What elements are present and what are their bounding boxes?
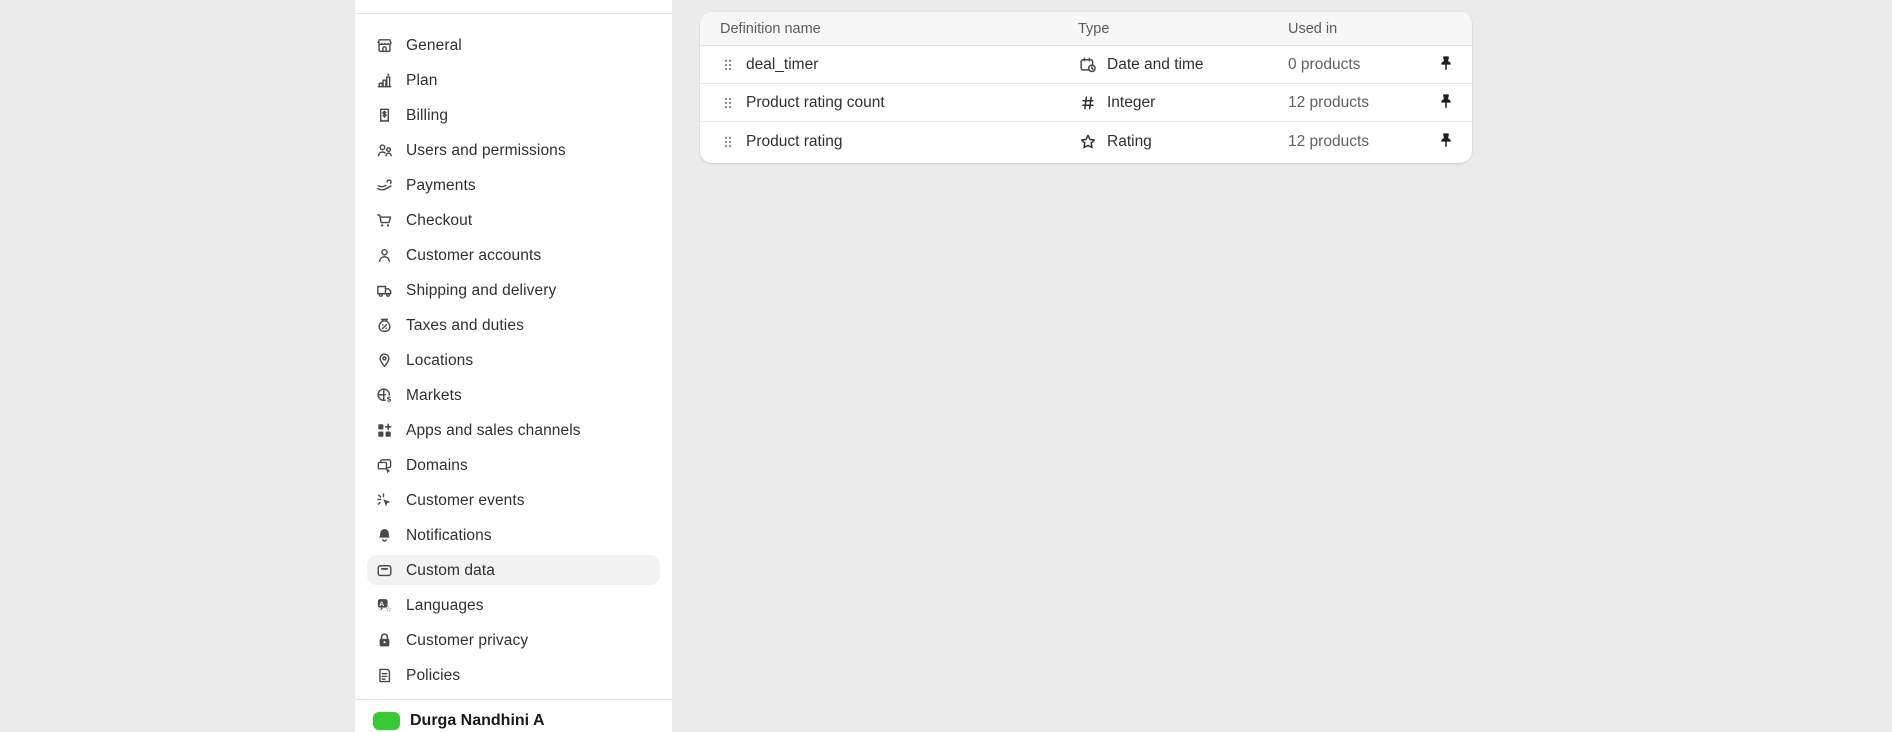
plan-chart-icon xyxy=(375,71,394,90)
sidebar-item-label: Languages xyxy=(406,596,484,615)
sidebar-item-notifications[interactable]: Notifications xyxy=(367,520,660,550)
pin-button[interactable] xyxy=(1432,51,1460,79)
definition-name: Product rating count xyxy=(746,94,885,112)
used-in-value: 12 products xyxy=(1288,94,1420,112)
hash-icon xyxy=(1078,93,1098,113)
sidebar-item-locations[interactable]: Locations xyxy=(367,345,660,375)
locations-pin-icon xyxy=(375,351,394,370)
column-header-used-in: Used in xyxy=(1288,21,1420,37)
sidebar-item-label: Taxes and duties xyxy=(406,316,524,335)
settings-screen: General Plan Billing Users and permissio… xyxy=(0,0,1892,732)
table-row[interactable]: deal_timer Date and time 0 products xyxy=(700,46,1472,84)
sidebar-item-label: Shipping and delivery xyxy=(406,281,556,300)
sidebar-item-label: Customer events xyxy=(406,491,525,510)
calendar-clock-icon xyxy=(1078,55,1098,75)
notifications-bell-icon xyxy=(375,526,394,545)
avatar xyxy=(373,712,400,730)
sidebar-item-markets[interactable]: $ Markets xyxy=(367,380,660,410)
sidebar-item-shipping-and-delivery[interactable]: Shipping and delivery xyxy=(367,275,660,305)
svg-text:☆: ☆ xyxy=(385,604,391,613)
sidebar-item-label: Customer privacy xyxy=(406,631,528,650)
sidebar-item-label: Users and permissions xyxy=(406,141,566,160)
taxes-duties-icon xyxy=(375,316,394,335)
drag-handle-icon[interactable] xyxy=(720,57,736,73)
metafield-definitions-card: Definition name Type Used in deal_timer … xyxy=(700,12,1472,163)
sidebar-item-plan[interactable]: Plan xyxy=(367,65,660,95)
storefront-icon xyxy=(375,36,394,55)
svg-text:A: A xyxy=(379,600,384,607)
domains-icon xyxy=(375,456,394,475)
sidebar-item-label: Notifications xyxy=(406,526,492,545)
type-label: Date and time xyxy=(1107,56,1204,74)
table-row[interactable]: Product rating count Integer 12 products xyxy=(700,84,1472,122)
account-switcher[interactable]: Durga Nandhini A xyxy=(373,712,545,730)
pin-icon xyxy=(1437,54,1455,75)
column-header-definition-name: Definition name xyxy=(720,21,1070,37)
star-icon xyxy=(1078,132,1098,152)
billing-receipt-icon xyxy=(375,106,394,125)
sidebar-bottom-divider xyxy=(355,699,672,700)
sidebar-item-label: Payments xyxy=(406,176,476,195)
payments-icon xyxy=(375,176,394,195)
sidebar-item-label: Markets xyxy=(406,386,462,405)
svg-text:$: $ xyxy=(386,394,391,403)
type-label: Rating xyxy=(1107,133,1152,151)
sidebar-item-customer-accounts[interactable]: Customer accounts xyxy=(367,240,660,270)
drag-handle-icon[interactable] xyxy=(720,95,736,111)
settings-nav: General Plan Billing Users and permissio… xyxy=(355,30,672,695)
sidebar-top-divider xyxy=(355,13,672,14)
table-body: deal_timer Date and time 0 products Prod… xyxy=(700,46,1472,161)
sidebar-item-custom-data[interactable]: Custom data xyxy=(367,555,660,585)
drag-handle-icon[interactable] xyxy=(720,134,736,150)
definition-name: deal_timer xyxy=(746,56,818,74)
sidebar-item-customer-events[interactable]: Customer events xyxy=(367,485,660,515)
table-header-row: Definition name Type Used in xyxy=(700,12,1472,46)
sidebar-item-payments[interactable]: Payments xyxy=(367,170,660,200)
pin-button[interactable] xyxy=(1432,128,1460,156)
pin-button[interactable] xyxy=(1432,89,1460,117)
sidebar-item-general[interactable]: General xyxy=(367,30,660,60)
column-header-type: Type xyxy=(1070,21,1288,37)
checkout-cart-icon xyxy=(375,211,394,230)
sidebar-item-languages[interactable]: A☆ Languages xyxy=(367,590,660,620)
pin-icon xyxy=(1437,92,1455,113)
pin-icon xyxy=(1437,131,1455,152)
sidebar-item-billing[interactable]: Billing xyxy=(367,100,660,130)
sidebar-item-checkout[interactable]: Checkout xyxy=(367,205,660,235)
sidebar-item-label: Checkout xyxy=(406,211,472,230)
settings-sidebar: General Plan Billing Users and permissio… xyxy=(355,0,672,732)
sidebar-item-users-and-permissions[interactable]: Users and permissions xyxy=(367,135,660,165)
table-row[interactable]: Product rating Rating 12 products xyxy=(700,122,1472,161)
apps-channels-icon xyxy=(375,421,394,440)
users-permissions-icon xyxy=(375,141,394,160)
sidebar-item-label: Domains xyxy=(406,456,468,475)
policies-icon xyxy=(375,666,394,685)
shipping-truck-icon xyxy=(375,281,394,300)
used-in-value: 12 products xyxy=(1288,133,1420,151)
sidebar-item-label: Apps and sales channels xyxy=(406,421,581,440)
sidebar-item-customer-privacy[interactable]: Customer privacy xyxy=(367,625,660,655)
sidebar-item-taxes-and-duties[interactable]: Taxes and duties xyxy=(367,310,660,340)
customer-accounts-icon xyxy=(375,246,394,265)
sidebar-item-label: Billing xyxy=(406,106,448,125)
sidebar-item-label: Locations xyxy=(406,351,473,370)
custom-data-icon xyxy=(375,561,394,580)
languages-icon: A☆ xyxy=(375,596,394,615)
definition-name: Product rating xyxy=(746,133,843,151)
account-name: Durga Nandhini A xyxy=(410,712,545,730)
sidebar-item-label: Policies xyxy=(406,666,460,685)
sidebar-item-policies[interactable]: Policies xyxy=(367,660,660,690)
sidebar-item-label: Customer accounts xyxy=(406,246,541,265)
sidebar-item-label: Custom data xyxy=(406,561,495,580)
sidebar-item-apps-and-sales-channels[interactable]: Apps and sales channels xyxy=(367,415,660,445)
customer-events-icon xyxy=(375,491,394,510)
markets-globe-icon: $ xyxy=(375,386,394,405)
customer-privacy-lock-icon xyxy=(375,631,394,650)
sidebar-item-domains[interactable]: Domains xyxy=(367,450,660,480)
sidebar-item-label: Plan xyxy=(406,71,437,90)
sidebar-item-label: General xyxy=(406,36,462,55)
type-label: Integer xyxy=(1107,94,1155,112)
used-in-value: 0 products xyxy=(1288,56,1420,74)
